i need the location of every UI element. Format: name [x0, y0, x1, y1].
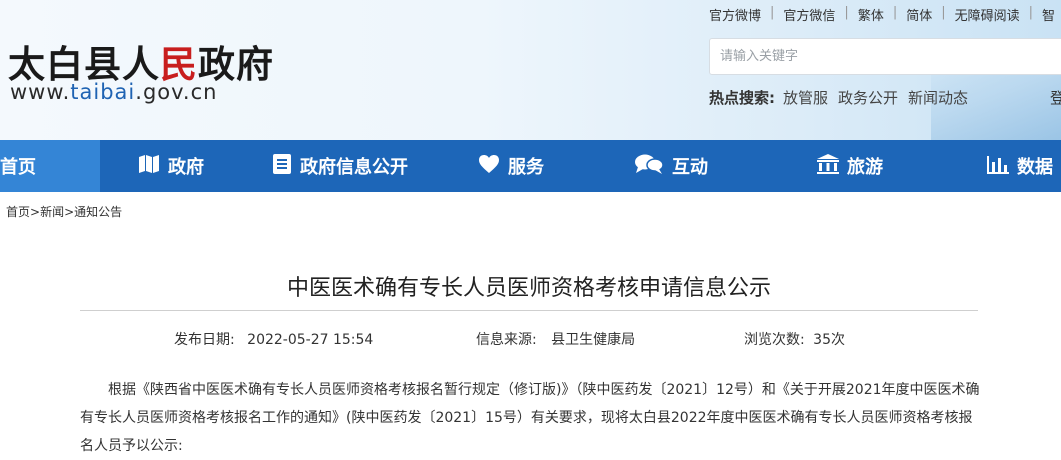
- breadcrumb-notices[interactable]: 通知公告: [74, 205, 122, 219]
- nav-label: 政府信息公开: [300, 157, 408, 178]
- hot-search-item[interactable]: 政务公开: [838, 87, 898, 108]
- hot-search: 热点搜索: 放管服 政务公开 新闻动态: [709, 87, 978, 108]
- url-brand: taibai: [70, 80, 136, 104]
- title-divider: [80, 310, 978, 311]
- nav-data[interactable]: 数据: [987, 140, 1061, 192]
- nav-label: 服务: [508, 157, 544, 178]
- nav-label: 数据: [1017, 157, 1053, 178]
- url-prefix: www.: [10, 80, 71, 104]
- article-body: 根据《陕西省中医医术确有专长人员医师资格考核报名暂行规定（修订版)》（陕中医药发…: [80, 382, 980, 454]
- site-url: www.taibai.gov.cn: [10, 80, 217, 104]
- nav-label: 互动: [672, 157, 708, 178]
- temple-icon: [817, 153, 847, 179]
- hot-search-item[interactable]: 放管服: [783, 87, 828, 108]
- bar-chart-icon: [987, 154, 1017, 179]
- view-count-label: 浏览次数:: [744, 332, 805, 348]
- nav-label: 旅游: [847, 157, 883, 178]
- nav-home[interactable]: 首页: [0, 140, 100, 192]
- login-link[interactable]: 登: [1050, 87, 1061, 108]
- publish-date-label: 发布日期:: [174, 332, 235, 348]
- site-header: 太白县人民政府 www.taibai.gov.cn 官方微博 | 官方微信 | 繁体…: [0, 0, 1061, 140]
- publish-date: 发布日期: 2022-05-27 15:54: [174, 329, 373, 349]
- url-suffix: .gov.cn: [135, 80, 218, 104]
- chat-icon: [634, 153, 672, 180]
- breadcrumb: 首页>新闻>通知公告: [6, 203, 122, 220]
- breadcrumb-home[interactable]: 首页: [6, 205, 30, 219]
- nav-interact[interactable]: 互动: [634, 140, 817, 192]
- breadcrumb-separator: >: [30, 205, 41, 219]
- hot-search-label: 热点搜索:: [709, 89, 775, 107]
- link-smart[interactable]: 智: [1033, 5, 1061, 24]
- view-count-value: 35次: [813, 332, 845, 348]
- map-icon: [138, 154, 168, 179]
- nav-label: 首页: [0, 157, 36, 178]
- link-simplified[interactable]: 简体: [897, 5, 941, 24]
- nav-service[interactable]: 服务: [446, 140, 634, 192]
- link-weibo[interactable]: 官方微博: [700, 5, 770, 24]
- info-source-value: 县卫生健康局: [551, 332, 636, 348]
- main-nav: 首页 政府 政府信息公开 服务 互动 旅游 数据: [0, 140, 1061, 192]
- link-traditional[interactable]: 繁体: [849, 5, 893, 24]
- list-icon: [272, 153, 300, 180]
- nav-tourism[interactable]: 旅游: [817, 140, 987, 192]
- search-input[interactable]: [710, 39, 1061, 74]
- nav-government[interactable]: 政府: [100, 140, 236, 192]
- publish-date-value: 2022-05-27 15:54: [247, 332, 374, 348]
- nav-gov-info[interactable]: 政府信息公开: [236, 140, 446, 192]
- link-accessibility[interactable]: 无障碍阅读: [946, 5, 1029, 24]
- breadcrumb-separator: >: [64, 205, 75, 219]
- search-box: [709, 38, 1061, 75]
- info-source-label: 信息来源:: [476, 332, 537, 348]
- top-links: 官方微博 | 官方微信 | 繁体 | 简体 | 无障碍阅读 | 智: [700, 5, 1061, 24]
- nav-label: 政府: [168, 157, 204, 178]
- view-count: 浏览次数: 35次: [744, 329, 845, 349]
- breadcrumb-news[interactable]: 新闻: [40, 205, 64, 219]
- link-wechat[interactable]: 官方微信: [774, 5, 844, 24]
- heart-icon: [478, 154, 508, 179]
- info-source: 信息来源: 县卫生健康局: [476, 329, 635, 349]
- hot-search-item[interactable]: 新闻动态: [908, 87, 968, 108]
- article-title: 中医医术确有专长人员医师资格考核申请信息公示: [286, 276, 771, 301]
